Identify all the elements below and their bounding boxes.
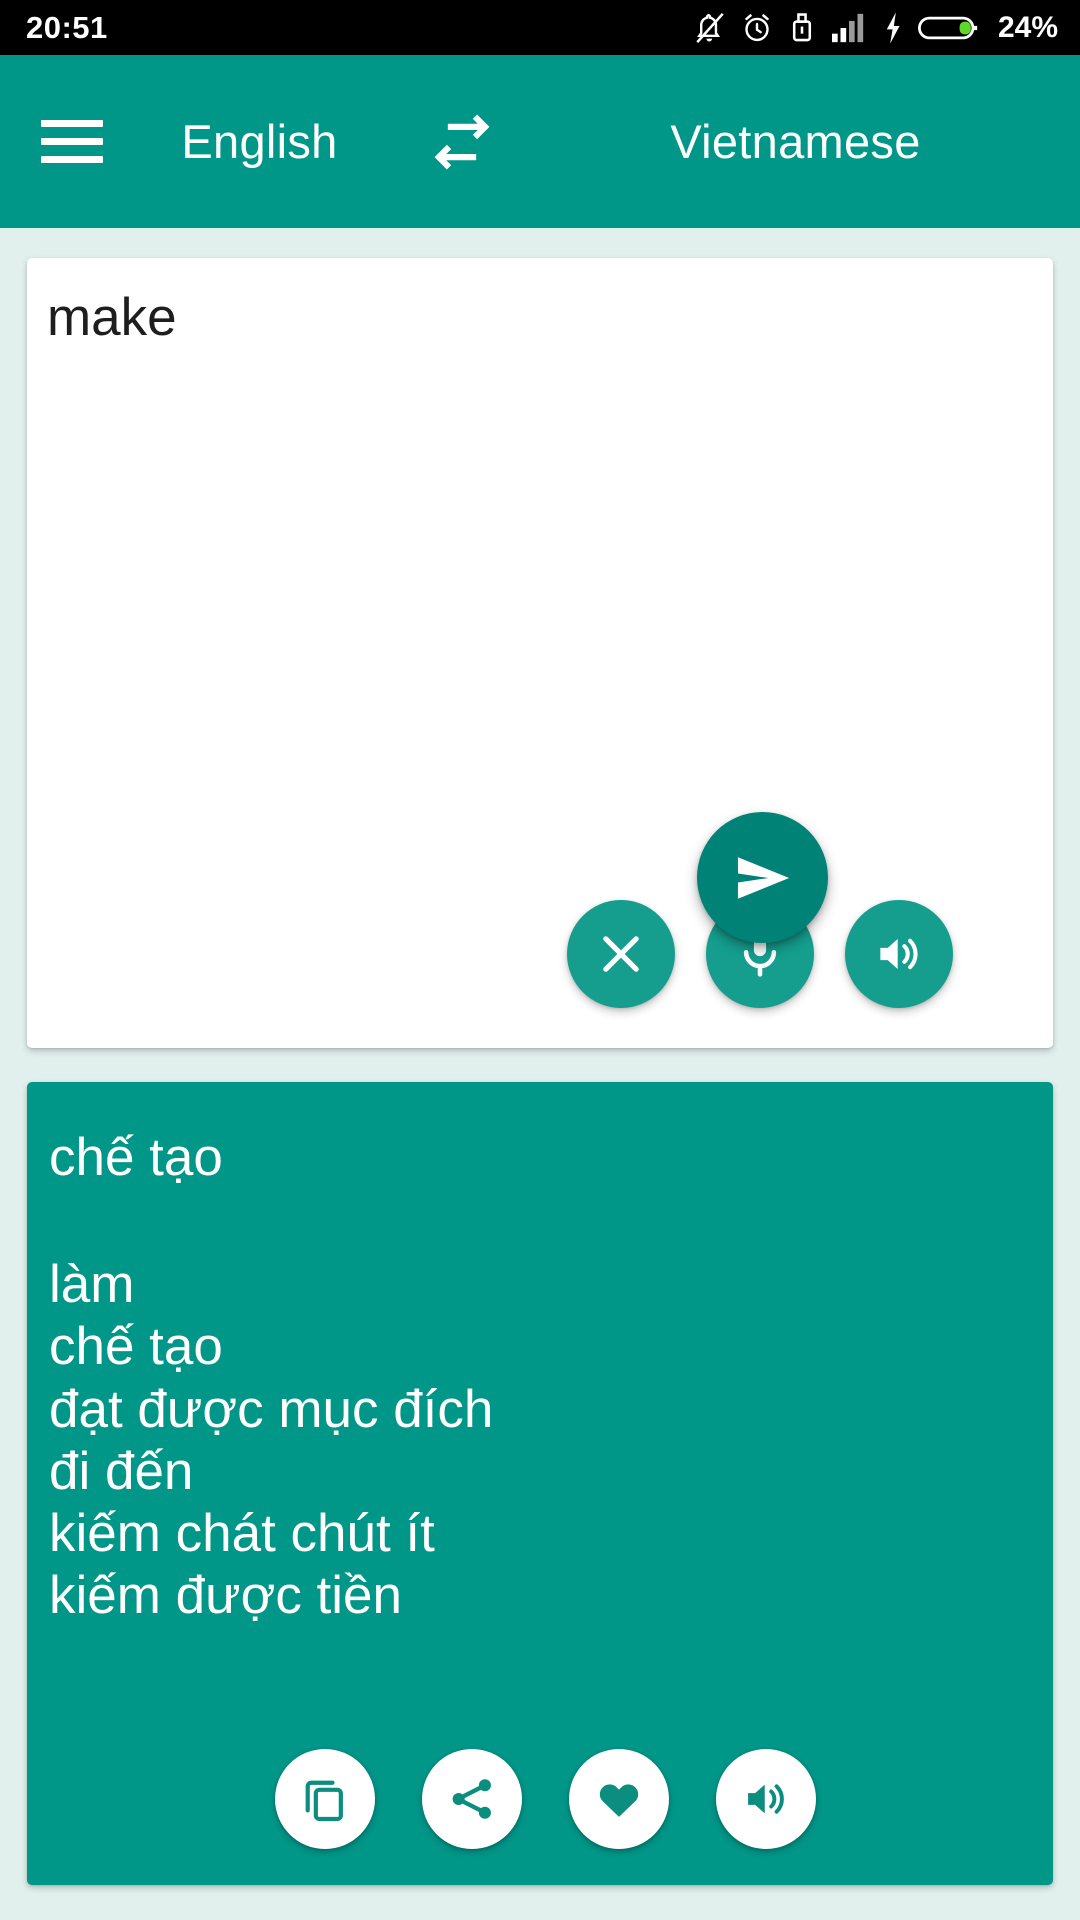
- alarm-clock-icon: [745, 13, 769, 41]
- speak-result-button[interactable]: [715, 1749, 816, 1849]
- clear-button[interactable]: [567, 900, 675, 1008]
- status-icon-tray: 24%: [693, 11, 1058, 45]
- close-x-icon: [603, 936, 639, 972]
- source-language-selector[interactable]: English: [132, 114, 387, 169]
- notifications-off-icon: [696, 12, 724, 43]
- usb-lock-icon: [792, 12, 812, 41]
- alternate-translation: làm: [49, 1255, 135, 1314]
- alternate-translation: kiếm được tiền: [49, 1566, 403, 1626]
- copy-button[interactable]: [274, 1749, 375, 1849]
- alternate-translation: đạt được mục đích: [49, 1379, 494, 1439]
- status-clock: 20:51: [26, 10, 108, 45]
- alternate-translation: chế tạo: [49, 1317, 223, 1377]
- hamburger-menu-icon: [41, 109, 103, 174]
- result-action-row: [27, 1749, 1053, 1849]
- target-language-selector[interactable]: Vietnamese: [537, 114, 1080, 169]
- source-input-card[interactable]: make: [27, 258, 1053, 1048]
- translation-result-card[interactable]: chế tạo làm chế tạo đạt được mục đích đi…: [27, 1082, 1053, 1885]
- app-bar: English Vietnamese: [0, 55, 1080, 228]
- hamburger-menu-button[interactable]: [12, 55, 132, 228]
- alternate-translation: đi đến: [49, 1441, 194, 1501]
- speaker-icon: [747, 1784, 784, 1814]
- main-translation-text: chế tạo: [49, 1128, 223, 1187]
- speak-source-button[interactable]: [845, 900, 953, 1008]
- status-bar: 20:51 24%: [0, 0, 1080, 55]
- share-icon: [452, 1779, 491, 1819]
- swap-languages-icon: [434, 114, 490, 169]
- signal-bars-icon: [831, 13, 864, 42]
- share-button[interactable]: [421, 1749, 522, 1849]
- swap-languages-button[interactable]: [387, 105, 537, 179]
- alternate-translations-list: làm chế tạo đạt được mục đích đi đến kiế…: [49, 1254, 1029, 1628]
- speaker-icon: [880, 938, 918, 970]
- send-translate-button[interactable]: [697, 812, 828, 943]
- send-arrow-icon: [737, 856, 789, 899]
- battery-percent-label: 24%: [997, 10, 1058, 44]
- alternate-translation: kiếm chát chút ít: [49, 1504, 435, 1564]
- favorite-button[interactable]: [568, 1749, 669, 1849]
- copy-icon: [305, 1780, 343, 1822]
- heart-icon: [599, 1784, 638, 1817]
- charging-bolt-icon: [886, 11, 900, 44]
- source-text-input[interactable]: make: [47, 284, 1029, 352]
- battery-icon: [917, 16, 978, 39]
